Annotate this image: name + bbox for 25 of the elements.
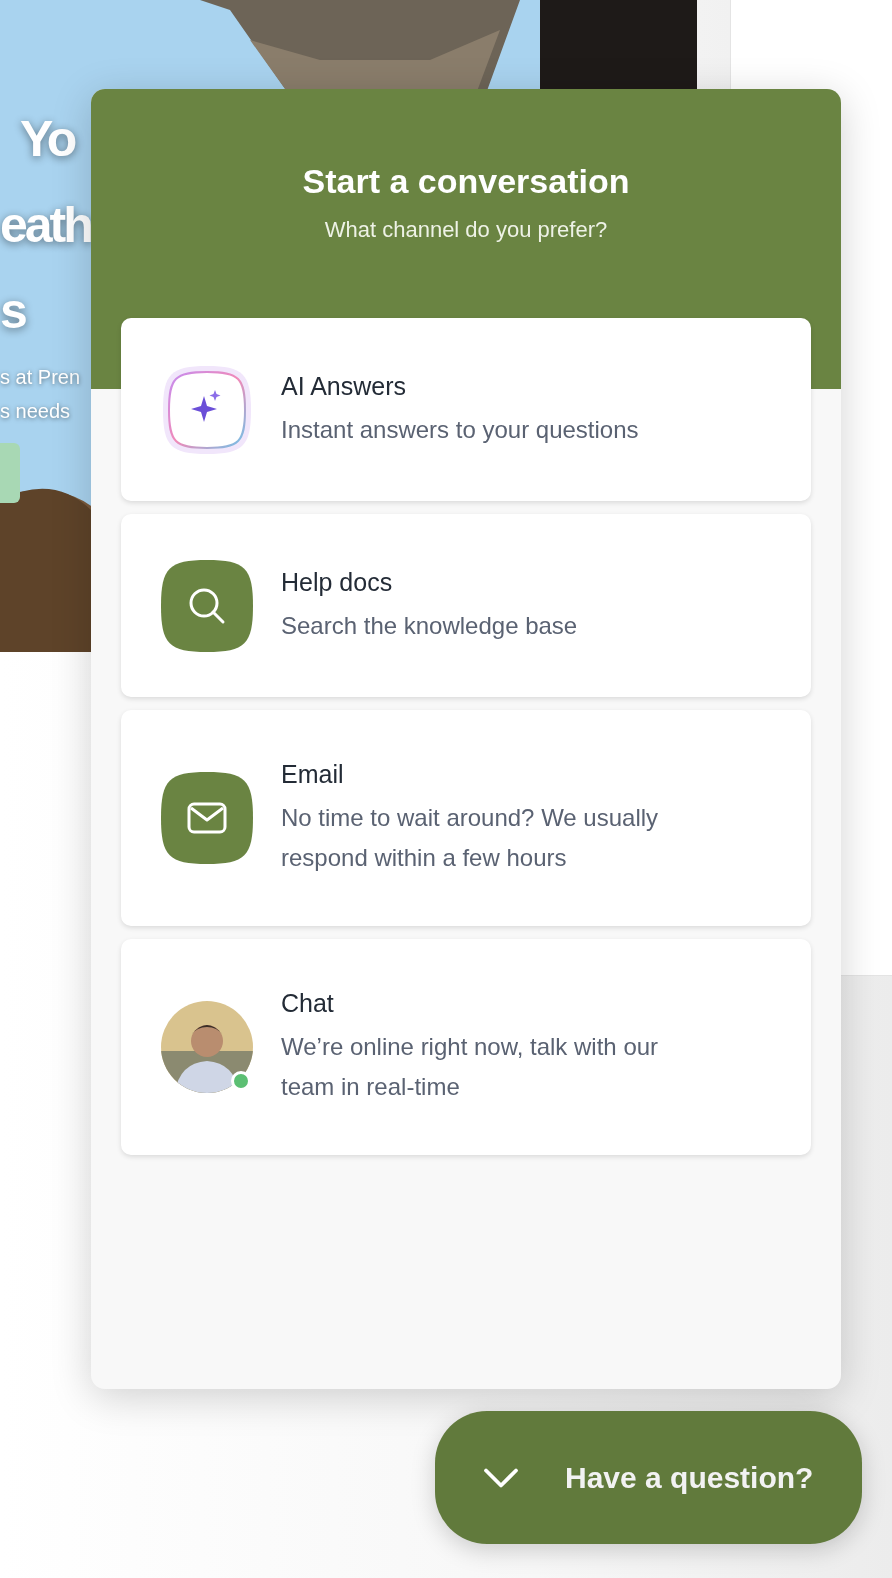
hero-button[interactable] — [0, 443, 20, 503]
channel-card[interactable]: Chat We’re online right now, talk with our team in real-time — [121, 939, 811, 1155]
hero-text-line: s needs — [0, 399, 71, 424]
envelope-icon — [161, 772, 253, 864]
channel-title: Help docs — [281, 566, 393, 598]
chevron-icon — [483, 1467, 519, 1488]
launcher-button[interactable]: Have a question? — [435, 1411, 862, 1544]
hero-headline-line: Yo — [20, 110, 75, 169]
channel-title: Chat — [281, 988, 334, 1019]
channel-title: Email — [281, 759, 344, 790]
channel-description: Search the knowledge base — [281, 610, 578, 641]
widget-subtitle: What channel do you prefer? — [324, 216, 608, 244]
channel-title: AI Answers — [281, 370, 407, 402]
channel-card[interactable]: AI Answers Instant answers to your questions — [121, 318, 811, 501]
sparkle-icon — [161, 363, 253, 456]
search-icon — [161, 559, 253, 652]
channel-description: No time to wait around? We usually respond within a few hours — [281, 803, 660, 873]
channel-card[interactable]: Email No time to wait around? We usually respond within a few hours — [121, 710, 811, 926]
hero-text-line: s at Pren — [0, 365, 81, 390]
channel-description: Instant answers to your questions — [281, 414, 639, 445]
hero-headline-line: eath — [0, 196, 91, 255]
channel-description: We’re online right now, talk with our team in real-time — [281, 1032, 660, 1102]
widget-title: Start a conversation — [302, 161, 630, 201]
channel-card[interactable]: Help docs Search the knowledge base — [121, 514, 811, 697]
hero-headline-line: s — [0, 282, 25, 341]
